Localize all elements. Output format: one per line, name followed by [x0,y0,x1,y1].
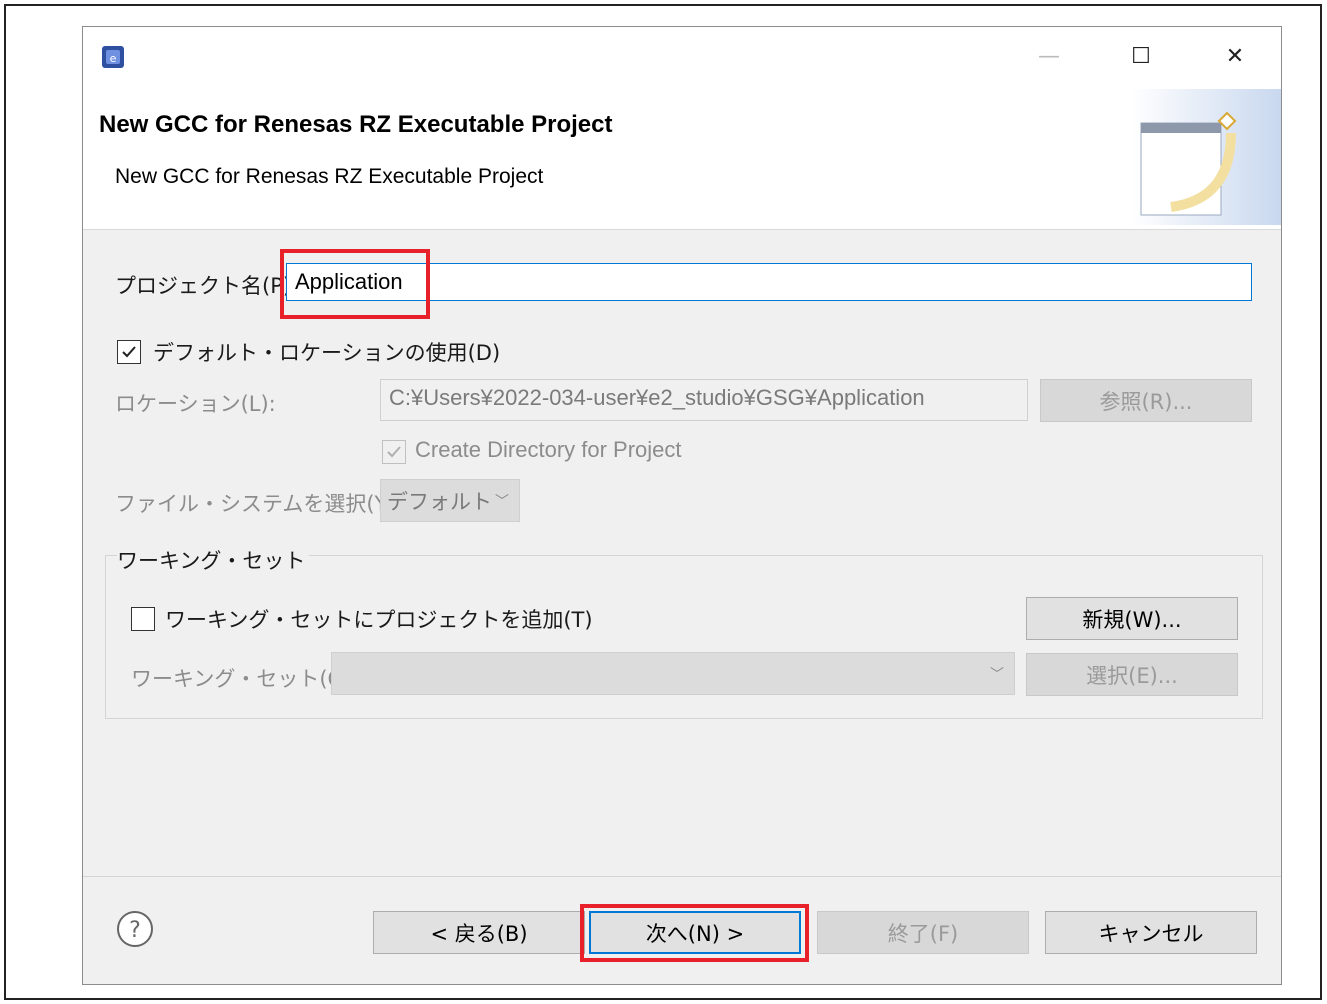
add-to-working-set-checkbox[interactable] [131,607,155,631]
filesystem-value: デフォルト [387,489,492,514]
working-set-dropdown[interactable]: ﹀ [331,652,1015,695]
checkmark-icon [122,346,136,358]
next-button[interactable]: 次へ(N) > [589,911,801,954]
new-working-set-button[interactable]: 新規(W)... [1026,597,1238,640]
checkmark-icon [387,446,401,458]
filesystem-label: ファイル・システムを選択(Y): [115,492,403,516]
create-directory-label: Create Directory for Project [415,437,682,462]
create-directory-checkbox[interactable] [382,440,406,464]
use-default-location-label: デフォルト・ロケーションの使用(D) [153,341,501,365]
location-input[interactable]: C:¥Users¥2022-034-user¥e2_studio¥GSG¥App… [380,379,1028,421]
title-bar: e — ☐ ✕ [83,27,1281,83]
project-name-label: プロジェクト名(P): [115,274,299,298]
finish-button[interactable]: 終了(F) [817,911,1029,954]
footer-divider [83,876,1281,877]
maximize-button[interactable]: ☐ [1119,37,1163,75]
chevron-down-icon: ﹀ [495,493,509,510]
new-wizard-graphic-icon [1131,89,1281,225]
svg-text:e: e [110,52,117,65]
use-default-location-checkbox[interactable] [117,340,141,364]
add-to-working-set-label: ワーキング・セットにプロジェクトを追加(T) [165,608,593,632]
filesystem-dropdown[interactable]: デフォルト ﹀ [380,479,520,522]
wizard-header: New GCC for Renesas RZ Executable Projec… [83,83,1281,230]
browse-button[interactable]: 参照(R)... [1040,379,1252,422]
project-name-input[interactable]: Application [286,263,1252,301]
svg-text:?: ? [129,918,141,943]
chevron-down-icon: ﹀ [990,666,1004,683]
minimize-button[interactable]: — [1027,37,1071,75]
wizard-description: New GCC for Renesas RZ Executable Projec… [115,165,544,188]
working-set-group-label: ワーキング・セット [117,545,310,575]
select-working-set-button[interactable]: 選択(E)... [1026,653,1238,696]
e2studio-app-icon: e [102,46,124,68]
wizard-title: New GCC for Renesas RZ Executable Projec… [99,111,613,138]
help-icon[interactable]: ? [115,909,155,949]
close-button[interactable]: ✕ [1213,37,1257,75]
working-set-select-label: ワーキング・セット(O): [131,667,360,691]
new-project-dialog: e — ☐ ✕ New GCC for Renesas RZ Executabl… [82,26,1282,985]
back-button[interactable]: < 戻る(B) [373,911,585,954]
cancel-button[interactable]: キャンセル [1045,911,1257,954]
location-label: ロケーション(L): [115,392,276,416]
